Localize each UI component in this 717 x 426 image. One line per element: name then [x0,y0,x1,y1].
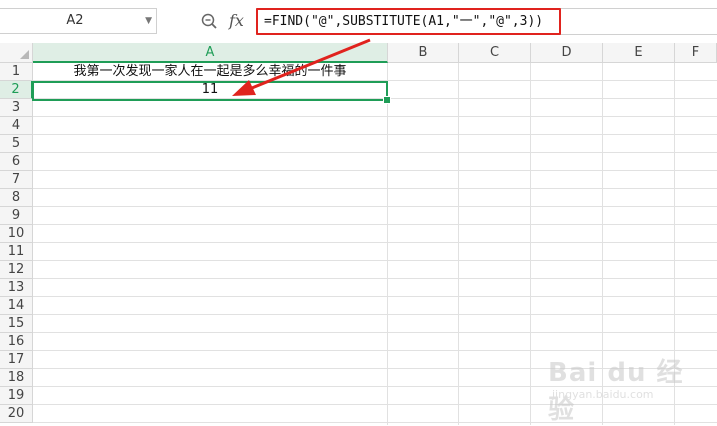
row-header-13[interactable]: 13 [0,279,33,297]
column-header-b[interactable]: B [388,43,459,63]
row-header-11[interactable]: 11 [0,243,33,261]
row-gridline [33,170,717,171]
row-gridline [33,314,717,315]
column-gridline [530,63,531,425]
row-gridline [33,332,717,333]
row-gridline [33,188,717,189]
row-header-4[interactable]: 4 [0,117,33,135]
row-gridline [33,224,717,225]
column-header-f[interactable]: F [675,43,717,63]
cell-selection [32,81,388,101]
row-header-10[interactable]: 10 [0,225,33,243]
row-header-12[interactable]: 12 [0,261,33,279]
row-gridline [33,134,717,135]
column-header-c[interactable]: C [459,43,531,63]
watermark: Bai du 经验 jingyan.baidu.com [548,352,698,425]
row-gridline [33,278,717,279]
row-header-3[interactable]: 3 [0,99,33,117]
row-header-6[interactable]: 6 [0,153,33,171]
chevron-down-icon[interactable]: ▼ [145,9,152,33]
row-header-19[interactable]: 19 [0,387,33,405]
formula-highlight-box [256,8,561,35]
column-header-d[interactable]: D [531,43,603,63]
row-gridline [33,116,717,117]
row-gridline [33,296,717,297]
row-header-7[interactable]: 7 [0,171,33,189]
select-all-icon [20,50,29,59]
row-header-5[interactable]: 5 [0,135,33,153]
column-gridline [458,63,459,425]
row-gridline [33,260,717,261]
row-header-8[interactable]: 8 [0,189,33,207]
row-header-14[interactable]: 14 [0,297,33,315]
row-header-1[interactable]: 1 [0,63,33,81]
fx-icon[interactable]: fx [229,9,244,33]
row-header-18[interactable]: 18 [0,369,33,387]
row-header-16[interactable]: 16 [0,333,33,351]
name-box-value: A2 [66,13,84,28]
column-header-a[interactable]: A [33,43,388,63]
column-header-e[interactable]: E [603,43,675,63]
row-header-9[interactable]: 9 [0,207,33,225]
select-all-corner[interactable] [0,43,33,63]
row-header-20[interactable]: 20 [0,405,33,423]
row-gridline [33,242,717,243]
row-header-15[interactable]: 15 [0,315,33,333]
row-gridline [33,350,717,351]
row-header-2[interactable]: 2 [0,81,33,99]
fill-handle[interactable] [383,96,391,104]
watermark-url: jingyan.baidu.com [552,388,654,401]
cell-a1[interactable]: 我第一次发现一家人在一起是多么幸福的一件事 [33,63,387,81]
row-gridline [33,152,717,153]
formula-bar: A2 ▼ fx =FIND("@",SUBSTITUTE(A1,"一","@",… [0,0,717,44]
row-gridline [33,206,717,207]
row-header-17[interactable]: 17 [0,351,33,369]
column-gridline [387,63,388,425]
name-box[interactable]: A2 ▼ [0,8,157,34]
zoom-icon[interactable] [200,12,218,30]
